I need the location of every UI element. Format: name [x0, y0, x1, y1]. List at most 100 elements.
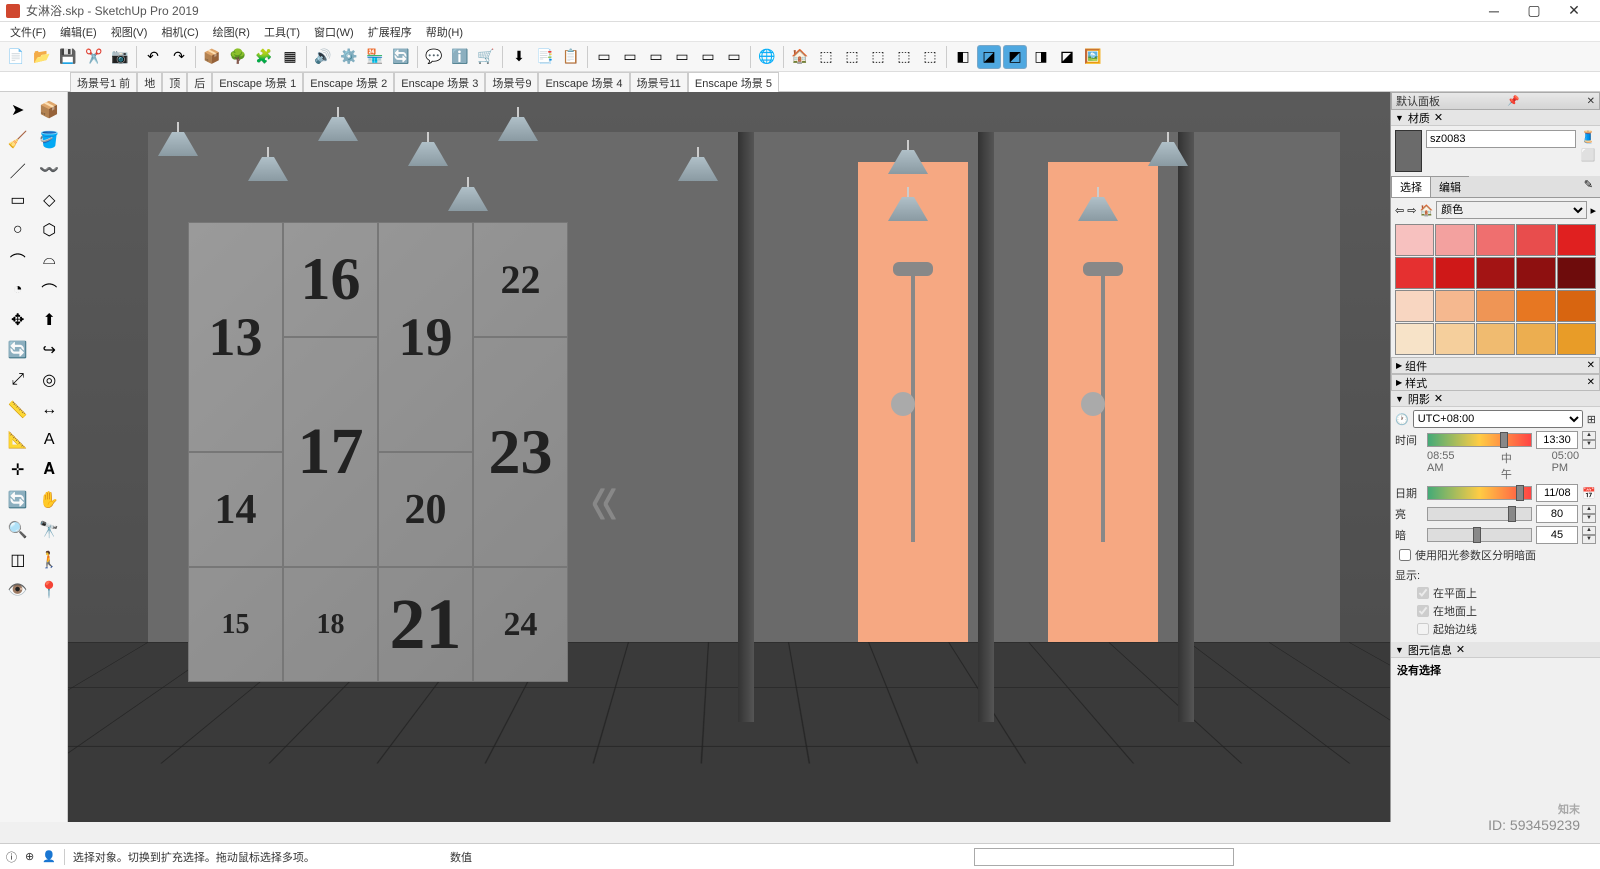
- forward-icon[interactable]: ⇨: [1407, 204, 1416, 217]
- view2-icon[interactable]: ▭: [618, 45, 642, 69]
- paint-tool-icon[interactable]: 🪣: [35, 126, 65, 154]
- color-swatch[interactable]: [1516, 290, 1555, 322]
- menu-edit[interactable]: 编辑(E): [54, 22, 103, 42]
- color-swatch[interactable]: [1516, 224, 1555, 256]
- rotate-tool-icon[interactable]: 🔄: [3, 336, 33, 364]
- look-tool-icon[interactable]: 👁️: [3, 576, 33, 604]
- color-swatch[interactable]: [1395, 224, 1434, 256]
- zoom-tool-icon[interactable]: 🔍: [3, 516, 33, 544]
- new-icon[interactable]: 📄: [4, 45, 28, 69]
- circle-tool-icon[interactable]: ○: [3, 216, 33, 244]
- globe-icon[interactable]: 🌐: [755, 45, 779, 69]
- polygon-tool-icon[interactable]: ⬡: [35, 216, 65, 244]
- scene-tab[interactable]: 顶: [162, 72, 187, 93]
- close-icon[interactable]: ✕: [1587, 96, 1595, 107]
- warehouse-icon[interactable]: 🏪: [363, 45, 387, 69]
- light-slider[interactable]: [1427, 507, 1532, 521]
- tape-tool-icon[interactable]: 📏: [3, 396, 33, 424]
- tray-header[interactable]: 默认面板📌✕: [1391, 92, 1600, 110]
- followme-tool-icon[interactable]: ↪: [35, 336, 65, 364]
- maximize-button[interactable]: ▢: [1514, 0, 1554, 22]
- scene-tab[interactable]: 场景号11: [630, 72, 688, 93]
- light-stepper[interactable]: ▲▼: [1582, 505, 1596, 523]
- color-swatch[interactable]: [1435, 290, 1474, 322]
- layer2-icon[interactable]: 📋: [559, 45, 583, 69]
- edit-tab[interactable]: 编辑: [1430, 176, 1470, 197]
- color-swatch[interactable]: [1476, 323, 1515, 355]
- home-icon[interactable]: 🏠: [788, 45, 812, 69]
- redo-icon[interactable]: ↷: [167, 45, 191, 69]
- eyedropper-icon[interactable]: ✎: [1576, 176, 1600, 197]
- extension-icon[interactable]: 🧩: [252, 45, 276, 69]
- entity-info-header[interactable]: ▼图元信息✕: [1391, 642, 1600, 658]
- sun-checkbox[interactable]: [1399, 549, 1411, 561]
- style4-icon[interactable]: ◨: [1029, 45, 1053, 69]
- chat-icon[interactable]: 💬: [422, 45, 446, 69]
- view1-icon[interactable]: ▭: [592, 45, 616, 69]
- color-swatch[interactable]: [1516, 257, 1555, 289]
- menu-icon[interactable]: ▸: [1590, 204, 1596, 217]
- scene-tab-active[interactable]: Enscape 场景 5: [688, 72, 779, 93]
- pushpull-tool-icon[interactable]: ⬆: [35, 306, 65, 334]
- color-swatch[interactable]: [1435, 323, 1474, 355]
- menu-extensions[interactable]: 扩展程序: [362, 22, 418, 42]
- component-tool-icon[interactable]: 📦: [35, 96, 65, 124]
- timezone-select[interactable]: UTC+08:00: [1413, 410, 1583, 428]
- dark-value[interactable]: [1536, 526, 1578, 544]
- close-icon[interactable]: ✕: [1434, 111, 1443, 124]
- materials-header[interactable]: ▼材质✕: [1391, 110, 1600, 126]
- menu-view[interactable]: 视图(V): [105, 22, 154, 42]
- view6-icon[interactable]: ▭: [722, 45, 746, 69]
- home-icon[interactable]: 🏠: [1419, 204, 1433, 217]
- default-material-icon[interactable]: ⬜: [1580, 148, 1596, 164]
- dimension-tool-icon[interactable]: ↔: [35, 396, 65, 424]
- edges-checkbox[interactable]: [1417, 623, 1429, 635]
- style5-icon[interactable]: ◪: [1055, 45, 1079, 69]
- scene-tab[interactable]: 场景号1 前: [70, 72, 137, 93]
- view3-icon[interactable]: ▭: [644, 45, 668, 69]
- iso-icon[interactable]: ⬚: [814, 45, 838, 69]
- box-icon[interactable]: 📦: [200, 45, 224, 69]
- send-back-icon[interactable]: ⬇: [507, 45, 531, 69]
- line-tool-icon[interactable]: ／: [3, 156, 33, 184]
- open-icon[interactable]: 📂: [30, 45, 54, 69]
- color-swatch[interactable]: [1557, 257, 1596, 289]
- date-slider[interactable]: [1427, 486, 1532, 500]
- freehand-tool-icon[interactable]: 〰️: [35, 156, 65, 184]
- scene-tab[interactable]: 地: [137, 72, 162, 93]
- cart-icon[interactable]: 🛒: [474, 45, 498, 69]
- create-material-icon[interactable]: 🧵: [1580, 130, 1596, 146]
- styles-header[interactable]: ▶样式✕: [1391, 374, 1600, 391]
- calendar-icon[interactable]: 📅: [1582, 487, 1596, 500]
- time-stepper[interactable]: ▲▼: [1582, 431, 1596, 449]
- style2-icon[interactable]: ◪: [977, 45, 1001, 69]
- back-icon[interactable]: ⇦: [1395, 204, 1404, 217]
- 3dtext-tool-icon[interactable]: 𝐀: [35, 456, 65, 484]
- view4-icon[interactable]: ▭: [670, 45, 694, 69]
- color-swatch[interactable]: [1557, 224, 1596, 256]
- arc2-tool-icon[interactable]: ⌓: [35, 246, 65, 274]
- front-icon[interactable]: ⬚: [840, 45, 864, 69]
- color-swatch[interactable]: [1435, 224, 1474, 256]
- refresh-icon[interactable]: 🔄: [389, 45, 413, 69]
- scale-tool-icon[interactable]: ⤢: [3, 366, 33, 394]
- close-button[interactable]: ✕: [1554, 0, 1594, 22]
- sound-icon[interactable]: 🔊: [311, 45, 335, 69]
- color-swatch[interactable]: [1516, 323, 1555, 355]
- menu-help[interactable]: 帮助(H): [420, 22, 469, 42]
- geo-icon[interactable]: ⊕: [25, 850, 34, 863]
- color-swatch[interactable]: [1395, 257, 1434, 289]
- faces-checkbox[interactable]: [1417, 587, 1429, 599]
- color-swatch[interactable]: [1476, 224, 1515, 256]
- axes-tool-icon[interactable]: ✛: [3, 456, 33, 484]
- grid-icon[interactable]: ▦: [278, 45, 302, 69]
- undo-icon[interactable]: ↶: [141, 45, 165, 69]
- color-swatch[interactable]: [1395, 323, 1434, 355]
- light-value[interactable]: [1536, 505, 1578, 523]
- view5-icon[interactable]: ▭: [696, 45, 720, 69]
- menu-draw[interactable]: 绘图(R): [207, 22, 256, 42]
- minimize-button[interactable]: ─: [1474, 0, 1514, 22]
- section-tool-icon[interactable]: ◫: [3, 546, 33, 574]
- eraser-tool-icon[interactable]: 🧹: [3, 126, 33, 154]
- save-icon[interactable]: 💾: [56, 45, 80, 69]
